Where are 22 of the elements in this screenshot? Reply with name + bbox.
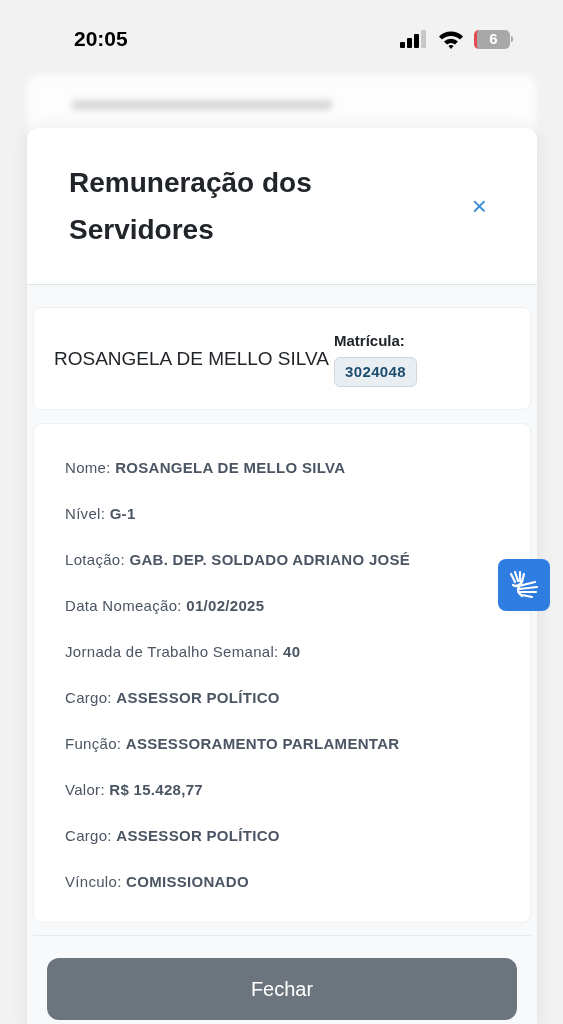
detail-line: Data Nomeação: 01/02/2025 [65, 596, 266, 616]
detail-line: Vínculo: COMISSIONADO [65, 872, 250, 892]
detail-line: Lotação: GAB. DEP. SOLDADO ADRIANO JOSÉ [65, 550, 412, 570]
registration-label: Matrícula: [334, 331, 405, 351]
close-modal-button[interactable]: Fechar [47, 958, 517, 1020]
detail-line: Nome: ROSANGELA DE MELLO SILVA [65, 458, 347, 478]
status-time: 20:05 [74, 26, 128, 53]
detail-line: Jornada de Trabalho Semanal: 40 [65, 642, 302, 662]
registration-badge: 3024048 [334, 356, 418, 387]
detail-line: Cargo: ASSESSOR POLÍTICO [65, 688, 281, 708]
detail-line: Cargo: ASSESSOR POLÍTICO [65, 826, 281, 846]
sign-language-button[interactable] [498, 559, 550, 611]
detail-line: Valor: R$ 15.428,77 [65, 780, 205, 800]
detail-line: Função: ASSESSORAMENTO PARLAMENTAR [65, 734, 401, 754]
detail-line: Nível: G-1 [65, 504, 137, 524]
modal-title: Remuneração dos Servidores [69, 166, 313, 247]
wifi-icon [438, 29, 464, 49]
close-button[interactable]: × [471, 193, 487, 219]
signal-icon [400, 30, 428, 48]
battery-icon: 6 [474, 29, 513, 49]
hands-icon [507, 570, 541, 600]
employee-name: ROSANGELA DE MELLO SILVA [54, 347, 330, 371]
